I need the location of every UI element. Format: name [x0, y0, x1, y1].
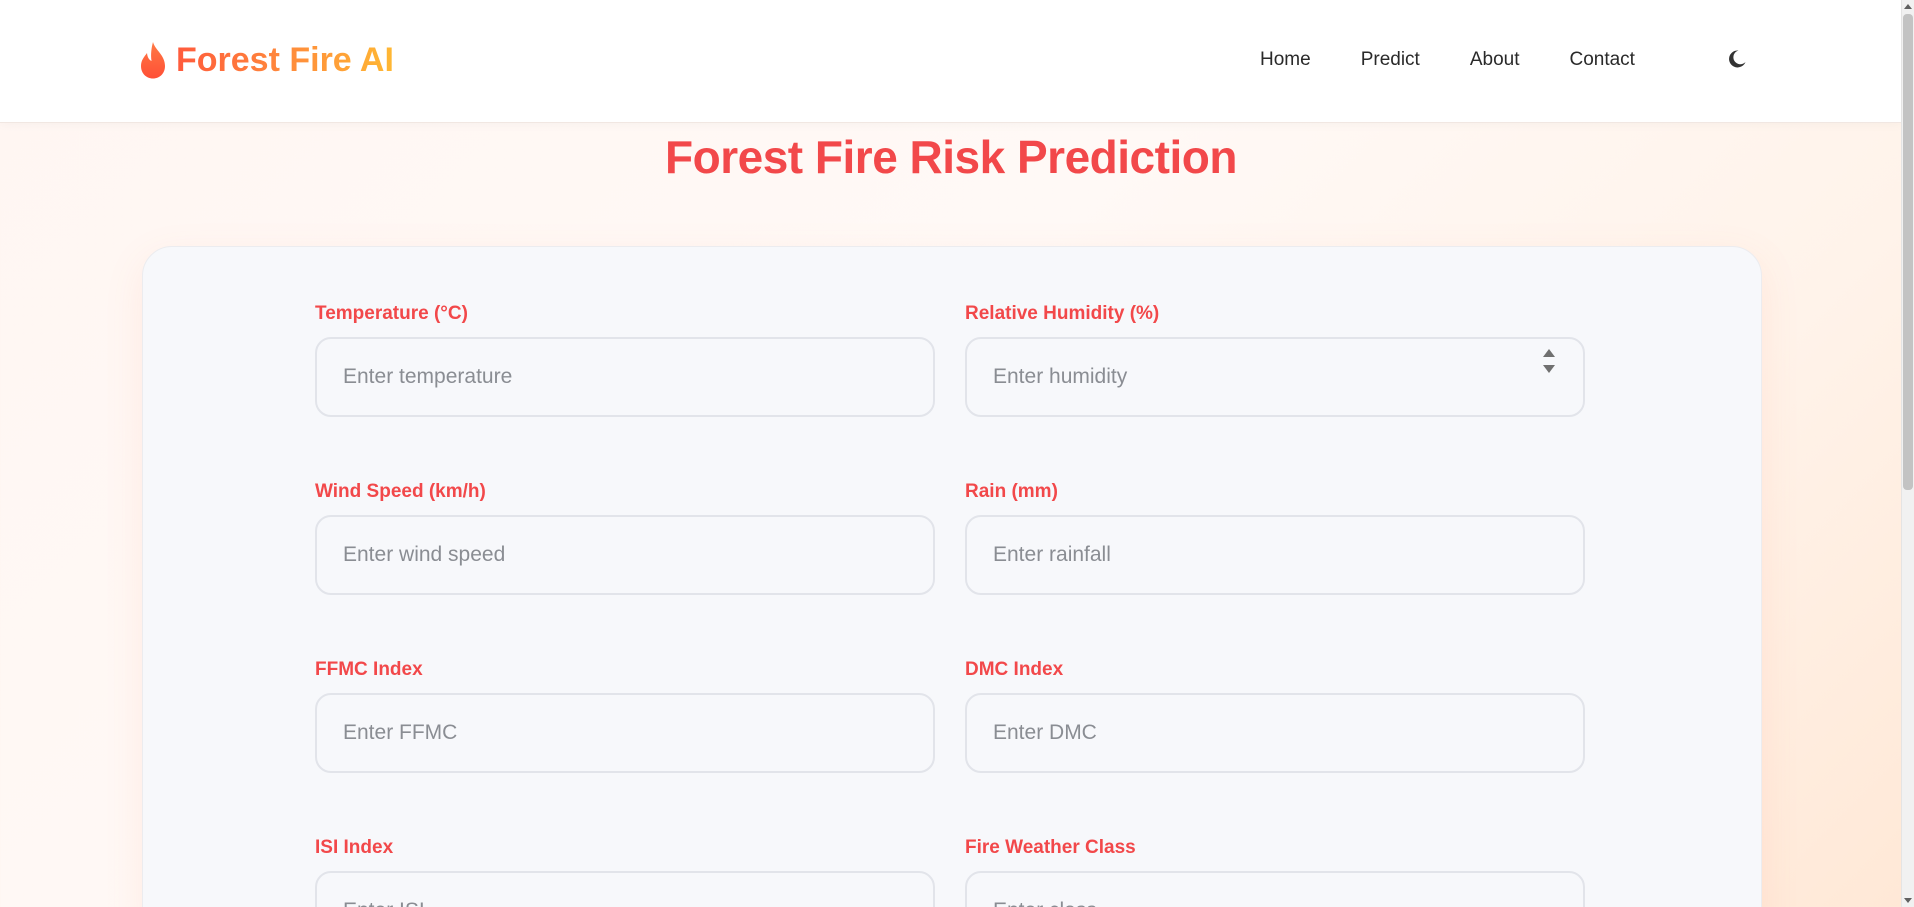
- brand-logo[interactable]: Forest Fire AI: [138, 38, 394, 82]
- field-label: Rain (mm): [965, 481, 1058, 502]
- field-ffmc: FFMC Index: [315, 659, 935, 773]
- scroll-up-icon[interactable]: [1904, 4, 1912, 9]
- flame-icon: [141, 42, 165, 79]
- page-title: Forest Fire Risk Prediction: [665, 131, 1237, 183]
- field-dmc: DMC Index: [965, 659, 1585, 773]
- nav-link-about[interactable]: About: [1470, 46, 1520, 74]
- temperature-input[interactable]: [315, 337, 935, 417]
- isi-input[interactable]: [315, 871, 935, 907]
- field-label: Fire Weather Class: [965, 837, 1136, 858]
- prediction-form-card: Temperature (°C) Relative Humidity (%) W…: [142, 246, 1762, 907]
- field-humidity: Relative Humidity (%): [965, 303, 1585, 417]
- ffmc-input[interactable]: [315, 693, 935, 773]
- field-temperature: Temperature (°C): [315, 303, 935, 417]
- nav-menu: Home Predict About Contact: [1260, 46, 1635, 74]
- navbar: Forest Fire AI Home Predict About Contac…: [0, 0, 1902, 123]
- moon-icon: [1729, 50, 1746, 68]
- spin-up-icon[interactable]: [1543, 349, 1555, 357]
- field-label: ISI Index: [315, 837, 394, 858]
- number-spinner[interactable]: [1543, 349, 1555, 379]
- wind-speed-input[interactable]: [315, 515, 935, 595]
- fire-weather-class-input[interactable]: [965, 871, 1585, 907]
- field-isi: ISI Index: [315, 837, 935, 907]
- nav-link-home[interactable]: Home: [1260, 46, 1311, 74]
- rain-input[interactable]: [965, 515, 1585, 595]
- spin-down-icon[interactable]: [1543, 365, 1555, 373]
- dmc-input[interactable]: [965, 693, 1585, 773]
- scroll-thumb[interactable]: [1903, 14, 1913, 490]
- field-label: Relative Humidity (%): [965, 303, 1160, 324]
- field-wind-speed: Wind Speed (km/h): [315, 481, 935, 595]
- field-label: FFMC Index: [315, 659, 423, 680]
- field-label: Wind Speed (km/h): [315, 481, 486, 502]
- field-label: DMC Index: [965, 659, 1064, 680]
- page-scrollbar[interactable]: [1901, 0, 1914, 907]
- brand-name: Forest Fire AI: [176, 40, 394, 79]
- field-fire-weather-class: Fire Weather Class: [965, 837, 1585, 907]
- nav-link-contact[interactable]: Contact: [1569, 46, 1634, 74]
- field-label: Temperature (°C): [315, 303, 468, 324]
- scroll-down-icon[interactable]: [1904, 898, 1912, 903]
- nav-link-predict[interactable]: Predict: [1361, 46, 1420, 74]
- humidity-input[interactable]: [965, 337, 1585, 417]
- theme-toggle-button[interactable]: [1724, 46, 1750, 72]
- field-rain: Rain (mm): [965, 481, 1585, 595]
